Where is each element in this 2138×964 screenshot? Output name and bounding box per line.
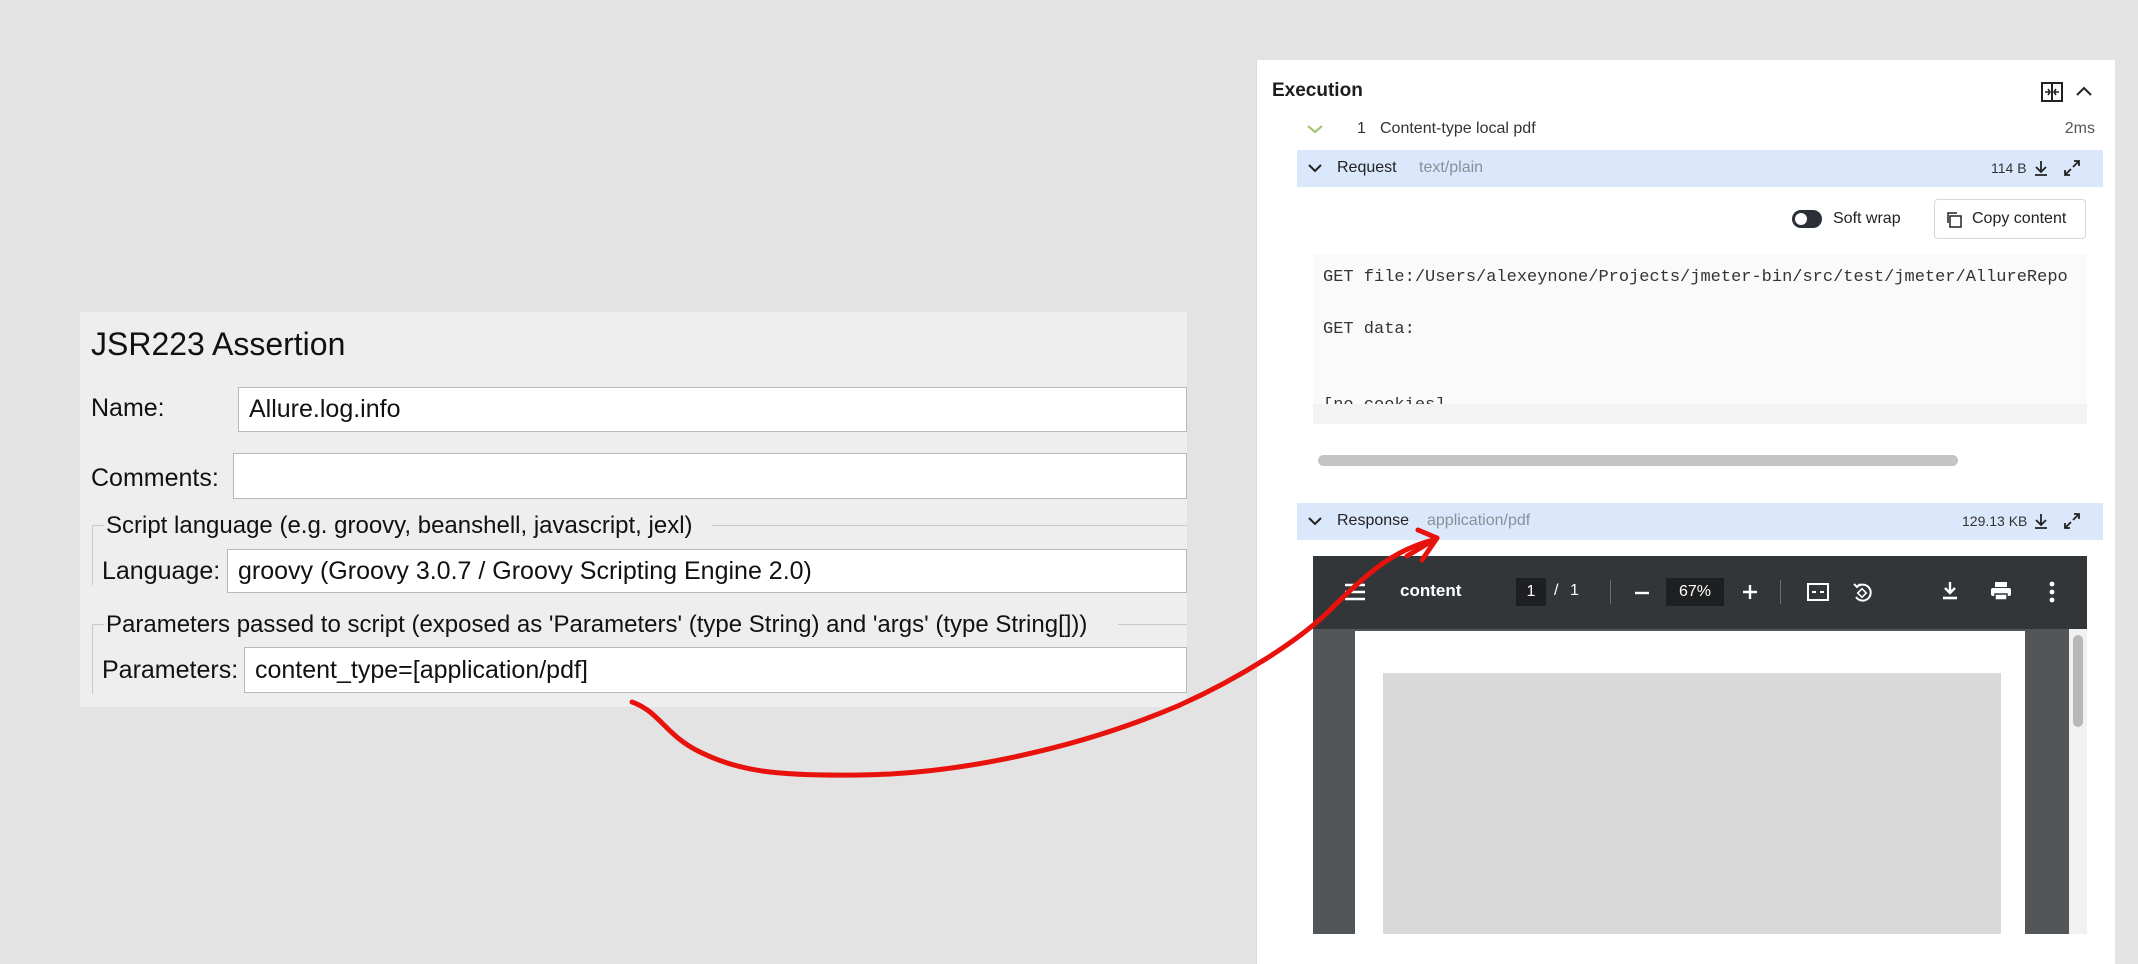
expand-icon[interactable] — [2062, 158, 2082, 178]
step-name[interactable]: Content-type local pdf — [1380, 120, 1536, 138]
more-icon[interactable] — [2048, 580, 2056, 604]
scrollbar-track — [1313, 404, 2087, 424]
parameters-label: Parameters: — [102, 656, 239, 684]
request-header[interactable]: Request text/plain 114 B — [1297, 150, 2103, 187]
fit-page-icon[interactable] — [1806, 581, 1830, 603]
copy-icon — [1947, 212, 1962, 228]
group-border — [92, 525, 93, 585]
minus-icon[interactable] — [1633, 584, 1651, 602]
script-language-group-label: Script language (e.g. groovy, beanshell,… — [106, 512, 693, 539]
response-size: 129.13 KB — [1962, 513, 2028, 529]
request-line: [no cookies] — [1323, 396, 1445, 404]
jsr223-assertion-panel: JSR223 Assertion Name: Allure.log.info C… — [80, 312, 1187, 707]
zoom-input[interactable]: 67% — [1666, 578, 1724, 606]
pdf-title: content — [1400, 581, 1462, 600]
response-label: Response — [1337, 512, 1410, 529]
chevron-down-icon[interactable] — [1306, 123, 1324, 135]
request-line: GET file:/Users/alexeynone/Projects/jmet… — [1323, 268, 2068, 287]
menu-icon[interactable] — [1344, 582, 1366, 602]
group-border — [1118, 624, 1187, 625]
execution-panel: Execution 1 Content-type local pdf 2ms R… — [1256, 60, 2115, 964]
chevron-up-icon[interactable] — [2075, 84, 2093, 98]
pdf-page-content — [1383, 673, 2001, 934]
pdf-toolbar: content 1 / 1 67% — [1313, 556, 2087, 629]
page-total: 1 — [1570, 582, 1579, 599]
response-mime: application/pdf — [1427, 512, 1531, 529]
request-label: Request — [1337, 159, 1397, 176]
pdf-document-area — [1313, 629, 2087, 934]
pdf-page — [1355, 631, 2025, 934]
horizontal-scrollbar[interactable] — [1318, 455, 1958, 466]
expand-icon[interactable] — [2062, 511, 2082, 531]
group-border — [92, 624, 93, 694]
panel-title: JSR223 Assertion — [91, 326, 346, 362]
response-header[interactable]: Response application/pdf 129.13 KB — [1297, 503, 2103, 540]
download-icon[interactable] — [2031, 158, 2051, 178]
language-label: Language: — [102, 557, 221, 585]
execution-title: Execution — [1272, 80, 1363, 101]
parameters-group-label: Parameters passed to script (exposed as … — [106, 611, 1088, 638]
split-view-icon[interactable] — [2040, 80, 2064, 104]
chevron-down-icon — [1308, 517, 1322, 526]
print-icon[interactable] — [1989, 580, 2013, 602]
request-size: 114 B — [1991, 160, 2027, 176]
group-border — [712, 525, 1187, 526]
toggle-icon[interactable] — [1791, 209, 1823, 229]
request-body: GET file:/Users/alexeynone/Projects/jmet… — [1313, 254, 2087, 404]
chevron-down-icon — [1308, 164, 1322, 173]
rotate-icon[interactable] — [1850, 580, 1874, 604]
step-duration: 2ms — [2064, 120, 2095, 137]
group-border — [92, 525, 104, 526]
page-number-input[interactable]: 1 — [1516, 578, 1546, 606]
download-icon[interactable] — [2031, 511, 2051, 531]
group-border — [92, 624, 104, 625]
request-line: GET data: — [1323, 320, 1415, 339]
language-select[interactable]: groovy (Groovy 3.0.7 / Groovy Scripting … — [227, 549, 1187, 593]
toolbar-divider — [1780, 580, 1781, 604]
step-index: 1 — [1357, 120, 1366, 137]
comments-field[interactable] — [233, 453, 1187, 499]
name-label: Name: — [91, 394, 165, 422]
copy-content-button[interactable]: Copy content — [1934, 199, 2086, 239]
name-field[interactable]: Allure.log.info — [238, 387, 1187, 432]
request-mime: text/plain — [1419, 159, 1484, 176]
parameters-field[interactable]: content_type=[application/pdf] — [244, 647, 1187, 693]
toolbar-divider — [1610, 580, 1611, 604]
soft-wrap-label[interactable]: Soft wrap — [1833, 210, 1901, 228]
copy-content-label: Copy content — [1972, 210, 2067, 227]
page-separator: / — [1554, 582, 1559, 599]
download-icon[interactable] — [1940, 580, 1960, 602]
comments-label: Comments: — [91, 464, 219, 492]
pdf-scrollbar[interactable] — [2073, 635, 2083, 727]
plus-icon[interactable] — [1741, 583, 1759, 601]
